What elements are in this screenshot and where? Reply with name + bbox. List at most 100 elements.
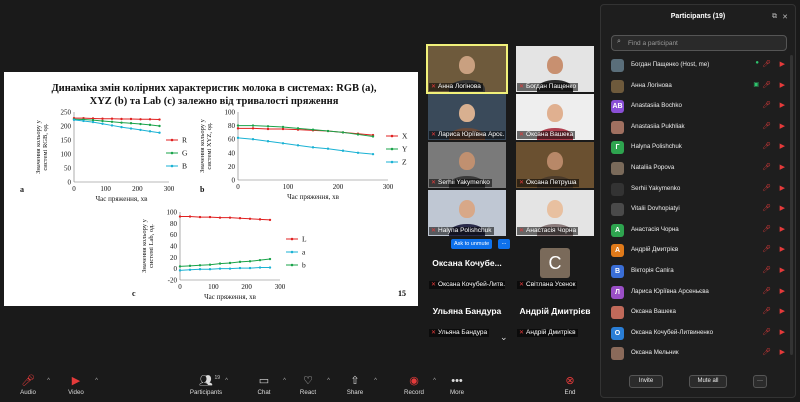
video-off-icon[interactable]: ▶︎ (780, 204, 785, 212)
react-button[interactable]: ♡ React ^ (288, 375, 330, 396)
close-icon[interactable]: ✕ (782, 13, 788, 21)
tile-display-name: Оксана Кочубе... (432, 258, 502, 268)
data-point-b (208, 263, 212, 266)
record-button[interactable]: ◉ Record ^ (394, 375, 436, 396)
chevron-up-icon[interactable]: ^ (95, 378, 98, 384)
video-off-icon[interactable]: ▶︎ (780, 287, 785, 295)
mic-muted-icon[interactable]: 🎤︎ (762, 142, 771, 150)
video-off-icon[interactable]: ▶︎ (780, 245, 785, 253)
participant-row[interactable]: В Вікторія Сапіга 🎤︎ ▶︎ (611, 262, 789, 283)
video-tile-off[interactable]: С ✕ Світлана Усенок (516, 244, 594, 290)
participant-row[interactable]: Serhii Yakymenko 🎤︎ ▶︎ (611, 180, 789, 201)
chevron-up-icon[interactable]: ^ (433, 378, 436, 384)
invite-button[interactable]: Invite (629, 375, 663, 388)
data-point-Z (251, 138, 255, 141)
mic-muted-icon[interactable]: 🎤︎ (762, 348, 771, 356)
more-options-button[interactable]: ··· (753, 375, 767, 388)
video-tile[interactable]: ✕ Оксана Вашека (516, 94, 594, 140)
record-icon: ◉ (409, 375, 419, 387)
participant-row[interactable]: AB Anastasiia Bochko 🎤︎ ▶︎ (611, 97, 789, 118)
participant-row[interactable]: Богдан Пащенко (Host, me) ● 🎤︎ ▶︎ (611, 56, 789, 77)
video-off-icon[interactable]: ▶︎ (780, 60, 785, 68)
chevron-up-icon[interactable]: ^ (225, 378, 228, 384)
video-tile[interactable]: ✕ Serhii Yakymenko (428, 142, 506, 188)
mic-muted-icon[interactable]: 🎤︎ (762, 225, 771, 233)
chat-button[interactable]: ▭ Chat ^ (244, 375, 286, 396)
video-tile[interactable]: ✕ Богдан Пащенко (516, 46, 594, 92)
mic-muted-icon[interactable]: 🎤︎ (762, 163, 771, 171)
video-tile[interactable]: ✕ Лариса Юрїївна Арсє... (428, 94, 506, 140)
y-tick-label: 100 (167, 209, 178, 217)
chevron-up-icon[interactable]: ^ (327, 378, 330, 384)
video-off-icon[interactable]: ▶︎ (780, 328, 785, 336)
participant-row[interactable]: Оксана Мельник 🎤︎ ▶︎ (611, 344, 789, 365)
search-input[interactable] (628, 37, 778, 49)
share-button[interactable]: ⇧ Share ^ (335, 375, 377, 396)
mic-muted-icon[interactable]: 🎤︎ (762, 60, 771, 68)
video-tile[interactable]: ✕ Анастасія Чорна (516, 190, 594, 236)
video-tile[interactable]: ✕ Оксана Петруша (516, 142, 594, 188)
participant-row[interactable]: Г Halyna Polishchuk 🎤︎ ▶︎ (611, 138, 789, 159)
popout-icon[interactable]: ⧉ (772, 13, 777, 21)
mic-muted-icon[interactable]: 🎤︎ (762, 307, 771, 315)
participant-row[interactable]: Анна Логінова ▣ 🎤︎ ▶︎ (611, 77, 789, 98)
participants-panel: Participants (19) ⧉ ✕ ⌕ Богдан Пащенко (… (600, 4, 796, 398)
video-off-icon[interactable]: ▶︎ (780, 307, 785, 315)
mic-muted-icon: ✕ (519, 330, 525, 336)
chevron-down-icon[interactable]: ⌄ (500, 332, 508, 343)
video-button[interactable]: ▶︎ Video ^ (56, 375, 98, 396)
video-off-icon[interactable]: ▶︎ (780, 348, 785, 356)
data-point-Y (311, 128, 315, 131)
participant-search[interactable]: ⌕ (611, 35, 787, 51)
data-point-B (120, 125, 123, 129)
video-grid: ✕ Анна Логінова ✕ Богдан Пащенко ✕ Лариса Юрї… (424, 40, 596, 343)
participant-row[interactable]: Nataliia Popova 🎤︎ ▶︎ (611, 159, 789, 180)
video-tile[interactable]: ✕ Halyna Polishchuk (428, 190, 506, 236)
mic-muted-icon[interactable]: 🎤︎ (762, 122, 771, 130)
video-off-icon[interactable]: ▶︎ (780, 184, 785, 192)
mute-all-button[interactable]: Mute all (689, 375, 727, 388)
video-off-icon[interactable]: ▶︎ (780, 81, 785, 89)
mic-muted-icon[interactable]: 🎤︎ (762, 81, 771, 89)
end-button[interactable]: ⊗ End (550, 375, 590, 396)
mic-muted-icon[interactable]: 🎤︎ (762, 184, 771, 192)
video-off-icon[interactable]: ▶︎ (780, 101, 785, 109)
video-off-icon[interactable]: ▶︎ (780, 225, 785, 233)
participant-row[interactable]: О Оксана Кочубей-Литвиненко 🎤︎ ▶︎ (611, 324, 789, 345)
x-tick-label: 200 (241, 283, 252, 291)
participant-row[interactable]: A Андрій Дмитрієв 🎤︎ ▶︎ (611, 241, 789, 262)
participant-row[interactable]: Л Лариса Юріївна Арсеньєва 🎤︎ ▶︎ (611, 283, 789, 304)
data-point-L (178, 215, 182, 218)
mic-muted-icon[interactable]: 🎤︎ (762, 287, 771, 295)
mic-muted-icon[interactable]: 🎤︎ (762, 328, 771, 336)
chevron-up-icon[interactable]: ^ (283, 378, 286, 384)
participant-list-scrollbar[interactable] (790, 55, 793, 355)
video-off-icon[interactable]: ▶︎ (780, 163, 785, 171)
video-tile-off[interactable]: Андрій Дмитрієв ✕ Андрій Дмитрієв (516, 292, 594, 338)
mic-muted-icon[interactable]: 🎤︎ (762, 204, 771, 212)
video-tile[interactable]: ✕ Анна Логінова (426, 44, 508, 94)
participant-name: Богдан Пащенко (Host, me) (631, 61, 710, 68)
video-off-icon[interactable]: ▶︎ (780, 266, 785, 274)
data-point-R (101, 117, 104, 120)
video-tile-off[interactable]: Оксана Кочубе... ✕ Оксана Кочубей-Литв... (428, 244, 506, 290)
more-button[interactable]: ••• More (437, 375, 477, 396)
data-point-B (101, 122, 104, 125)
x-tick-label: 0 (236, 183, 240, 191)
participant-row[interactable]: A Анастасія Чорна 🎤︎ ▶︎ (611, 221, 789, 242)
video-off-icon[interactable]: ▶︎ (780, 142, 785, 150)
video-off-icon[interactable]: ▶︎ (780, 122, 785, 130)
chevron-up-icon[interactable]: ^ (47, 378, 50, 384)
participant-row[interactable]: Anastasiia Pukhliak 🎤︎ ▶︎ (611, 118, 789, 139)
participant-row[interactable]: Оксана Вашека 🎤︎ ▶︎ (611, 303, 789, 324)
mic-muted-icon[interactable]: 🎤︎ (762, 266, 771, 274)
participants-button[interactable]: 👥︎ 19 Participants ^ (186, 375, 228, 396)
participant-name: Anastasiia Bochko (631, 102, 682, 110)
audio-button[interactable]: 🎤︎ Audio ^ (8, 375, 50, 396)
video-tile-off[interactable]: Ульяна Бандура ✕ Ульяна Бандура (428, 292, 506, 338)
chevron-up-icon[interactable]: ^ (374, 378, 377, 384)
participant-row[interactable]: Vitalii Dovhopiatyi 🎤︎ ▶︎ (611, 200, 789, 221)
mic-muted-icon[interactable]: 🎤︎ (762, 245, 771, 253)
mic-muted-icon[interactable]: 🎤︎ (762, 101, 771, 109)
tile-name: Анна Логінова (438, 83, 481, 90)
